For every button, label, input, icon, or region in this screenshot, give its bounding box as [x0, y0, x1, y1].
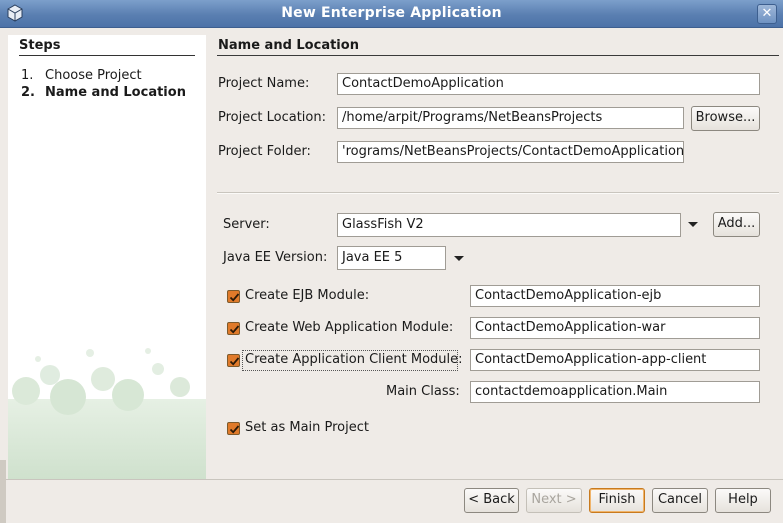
app-client-module-label: Create Application Client Module: [245, 352, 463, 367]
next-button[interactable]: Next > [526, 488, 582, 513]
steps-divider [19, 55, 195, 56]
checkmark-icon [229, 325, 240, 334]
decorative-bubbles-image [8, 348, 206, 479]
step-name-and-location: 2. Name and Location [21, 85, 186, 100]
finish-button[interactable]: Finish [589, 488, 645, 513]
footer-divider [0, 479, 783, 480]
step-label: Name and Location [45, 85, 186, 100]
ejb-module-checkbox[interactable] [227, 290, 240, 303]
step-number: 2. [21, 85, 35, 100]
server-select[interactable]: GlassFish V2 [337, 213, 681, 237]
main-project-label: Set as Main Project [245, 420, 369, 435]
ejb-module-input[interactable]: ContactDemoApplication-ejb [470, 285, 760, 307]
javaee-dropdown-chevron-icon[interactable] [454, 256, 464, 261]
add-server-button[interactable]: Add... [713, 212, 760, 237]
checkmark-icon [229, 425, 240, 434]
web-module-label: Create Web Application Module: [245, 320, 454, 335]
project-folder-field[interactable]: 'rograms/NetBeansProjects/ContactDemoApp… [337, 141, 684, 163]
separator [217, 192, 779, 194]
javaee-version-label: Java EE Version: [223, 250, 328, 265]
section-divider [217, 55, 779, 56]
javaee-version-select[interactable]: Java EE 5 [337, 246, 446, 270]
steps-panel: Steps 1. Choose Project 2. Name and Locati… [8, 35, 206, 479]
background-window-edge [0, 460, 6, 523]
browse-button[interactable]: Browse... [691, 106, 760, 131]
cancel-button[interactable]: Cancel [652, 488, 708, 513]
main-project-checkbox[interactable] [227, 422, 240, 435]
server-dropdown-chevron-icon[interactable] [688, 222, 698, 227]
web-module-checkbox[interactable] [227, 322, 240, 335]
project-name-input[interactable]: ContactDemoApplication [337, 73, 760, 95]
section-title: Name and Location [218, 38, 359, 53]
back-button[interactable]: < Back [464, 488, 519, 513]
app-client-module-input[interactable]: ContactDemoApplication-app-client [470, 349, 760, 371]
ejb-module-label: Create EJB Module: [245, 288, 370, 303]
window-title: New Enterprise Application [281, 5, 502, 21]
step-label: Choose Project [45, 68, 142, 83]
checkmark-icon [229, 357, 240, 366]
main-class-input[interactable]: contactdemoapplication.Main [470, 381, 760, 403]
step-choose-project: 1. Choose Project [21, 68, 142, 83]
checkmark-icon [229, 293, 240, 302]
web-module-input[interactable]: ContactDemoApplication-war [470, 317, 760, 339]
title-bar[interactable]: New Enterprise Application ✕ [0, 0, 783, 28]
dialog-window: New Enterprise Application ✕ Steps 1. Cho… [0, 0, 783, 523]
project-folder-label: Project Folder: [218, 144, 311, 159]
server-label: Server: [223, 217, 270, 232]
project-name-label: Project Name: [218, 76, 310, 91]
steps-title: Steps [19, 38, 61, 53]
close-icon[interactable]: ✕ [757, 4, 777, 24]
project-location-input[interactable]: /home/arpit/Programs/NetBeansProjects [337, 107, 684, 129]
main-class-label: Main Class: [386, 384, 460, 399]
step-number: 1. [21, 68, 34, 83]
app-client-module-checkbox[interactable] [227, 354, 240, 367]
project-location-label: Project Location: [218, 110, 326, 125]
help-button[interactable]: Help [715, 488, 771, 513]
